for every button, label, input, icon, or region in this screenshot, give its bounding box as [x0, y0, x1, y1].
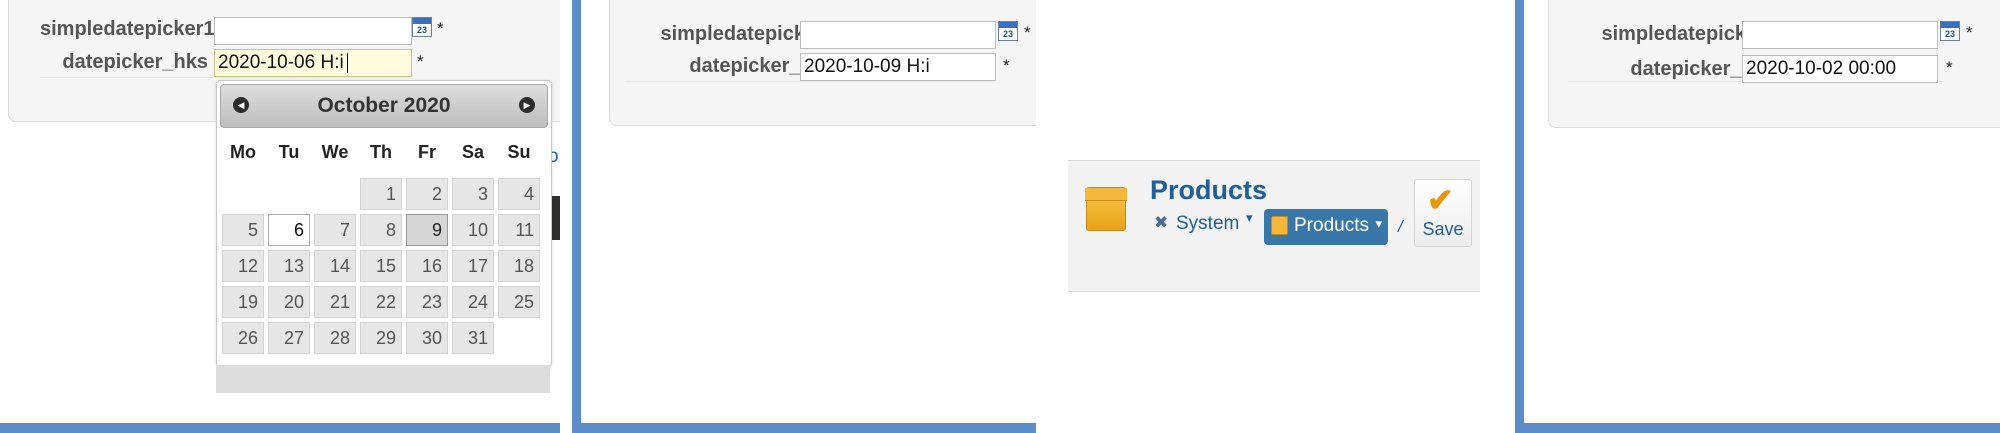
calendar-day[interactable]: 9: [406, 214, 448, 246]
simpledatepicker1-input[interactable]: [214, 17, 412, 45]
calendar-day[interactable]: 25: [498, 286, 540, 318]
calendar-day[interactable]: 5: [222, 214, 264, 246]
calendar-day[interactable]: 19: [222, 286, 264, 318]
window-border-bottom: [581, 423, 1036, 433]
calendar-icon[interactable]: 23: [998, 21, 1018, 41]
calendar-day[interactable]: 8: [360, 214, 402, 246]
calendar-day[interactable]: 2: [406, 178, 448, 210]
window-border-left: [1515, 0, 1524, 433]
datepicker-hks-input[interactable]: 2020-10-02 00:00: [1742, 55, 1938, 83]
calendar-day[interactable]: 24: [452, 286, 494, 318]
calendar-day[interactable]: 4: [498, 178, 540, 210]
datepicker-popup: October 2020 ◀ ▶ Mo Tu We Th Fr Sa Su 12345678…: [216, 80, 552, 367]
products-box-icon: [1085, 187, 1127, 231]
wrench-icon: ✖: [1154, 213, 1169, 232]
calendar-day[interactable]: 15: [360, 250, 402, 282]
calendar-day[interactable]: 27: [268, 322, 310, 354]
window-border-left: [572, 0, 581, 433]
window-border-bottom: [1524, 423, 2000, 433]
calendar-day[interactable]: 31: [452, 322, 494, 354]
weekday-header: Su: [507, 142, 531, 162]
text-caret: [346, 52, 348, 73]
calendar-day[interactable]: 3: [452, 178, 494, 210]
calendar-day[interactable]: 29: [360, 322, 402, 354]
popup-footer-strip: [216, 365, 550, 393]
simpledatepicker1-label: simpledatepicker1: [40, 18, 215, 40]
save-button[interactable]: ✔ Save: [1414, 179, 1472, 247]
weekday-header: Sa: [461, 142, 485, 162]
page-title: Products: [1150, 175, 1268, 205]
chevron-down-icon: ▾: [1375, 216, 1382, 231]
calendar-icon[interactable]: 23: [412, 17, 432, 37]
system-menu-label: System: [1176, 213, 1240, 234]
checkmark-icon: ✔: [1427, 182, 1454, 218]
calendar-day[interactable]: 30: [406, 322, 448, 354]
row-divider: [625, 81, 995, 82]
calendar-day[interactable]: 20: [268, 286, 310, 318]
weekday-header: Tu: [278, 142, 300, 162]
products-box-icon-small: [1271, 216, 1288, 235]
panel-2-form: simpledatepicker1 23 * datepicker_hks 20…: [581, 0, 1036, 433]
products-menu-label: Products: [1294, 215, 1369, 236]
weekday-header: We: [321, 142, 349, 162]
datepicker-month-title: October 2020: [317, 94, 451, 117]
required-mark: *: [1024, 23, 1031, 42]
save-button-label: Save: [1422, 219, 1464, 239]
calendar-day[interactable]: 6: [268, 214, 310, 246]
prev-month-icon[interactable]: ◀: [233, 97, 249, 113]
calendar-day[interactable]: 10: [452, 214, 494, 246]
calendar-day[interactable]: 11: [498, 214, 540, 246]
calendar-day[interactable]: 22: [360, 286, 402, 318]
calendar-icon[interactable]: 23: [1940, 21, 1960, 41]
next-month-icon[interactable]: ▶: [519, 97, 535, 113]
calendar-day[interactable]: 26: [222, 322, 264, 354]
calendar-day[interactable]: 21: [314, 286, 356, 318]
weekday-header: Mo: [230, 142, 256, 162]
datepicker-hks-value: 2020-10-06 H:i: [218, 52, 344, 73]
products-toolbar: Products ✖ System ▾ Products ▾ / ✔ Save: [1068, 160, 1480, 292]
calendar-day[interactable]: 28: [314, 322, 356, 354]
chevron-down-icon: ▾: [1246, 210, 1253, 225]
required-mark: *: [1003, 56, 1010, 75]
row-divider: [40, 77, 410, 78]
required-mark: *: [437, 19, 444, 38]
datepicker-hks-input[interactable]: 2020-10-09 H:i: [800, 53, 996, 81]
products-menu-button[interactable]: Products ▾: [1264, 209, 1388, 245]
calendar-day[interactable]: 13: [268, 250, 310, 282]
calendar-day[interactable]: 18: [498, 250, 540, 282]
weekday-header: Fr: [418, 142, 436, 162]
calendar-day[interactable]: 14: [314, 250, 356, 282]
required-mark: *: [417, 52, 424, 71]
panel-4-form: simpledatepicker1 23 * datepicker_hks 20…: [1524, 0, 2000, 433]
simpledatepicker1-input[interactable]: [1742, 21, 1938, 49]
weekday-header: Th: [370, 142, 392, 162]
calendar-day[interactable]: 7: [314, 214, 356, 246]
required-mark: *: [1946, 58, 1953, 77]
calendar-day[interactable]: 23: [406, 286, 448, 318]
datepicker-hks-label: datepicker_hks: [62, 51, 208, 73]
calendar-day[interactable]: 16: [406, 250, 448, 282]
datepicker-hks-input[interactable]: 2020-10-06 H:i: [214, 49, 412, 77]
breadcrumb-separator: /: [1398, 217, 1403, 236]
datepicker-header: October 2020 ◀ ▶: [220, 84, 548, 128]
calendar-day[interactable]: 17: [452, 250, 494, 282]
calendar-day[interactable]: 12: [222, 250, 264, 282]
simpledatepicker1-input[interactable]: [800, 21, 996, 49]
window-border-bottom: [0, 423, 560, 433]
panel-1-form: simpledatepicker1 23 * datepicker_hks 20…: [0, 0, 560, 433]
calendar-day[interactable]: 1: [360, 178, 402, 210]
required-mark: *: [1966, 23, 1973, 42]
